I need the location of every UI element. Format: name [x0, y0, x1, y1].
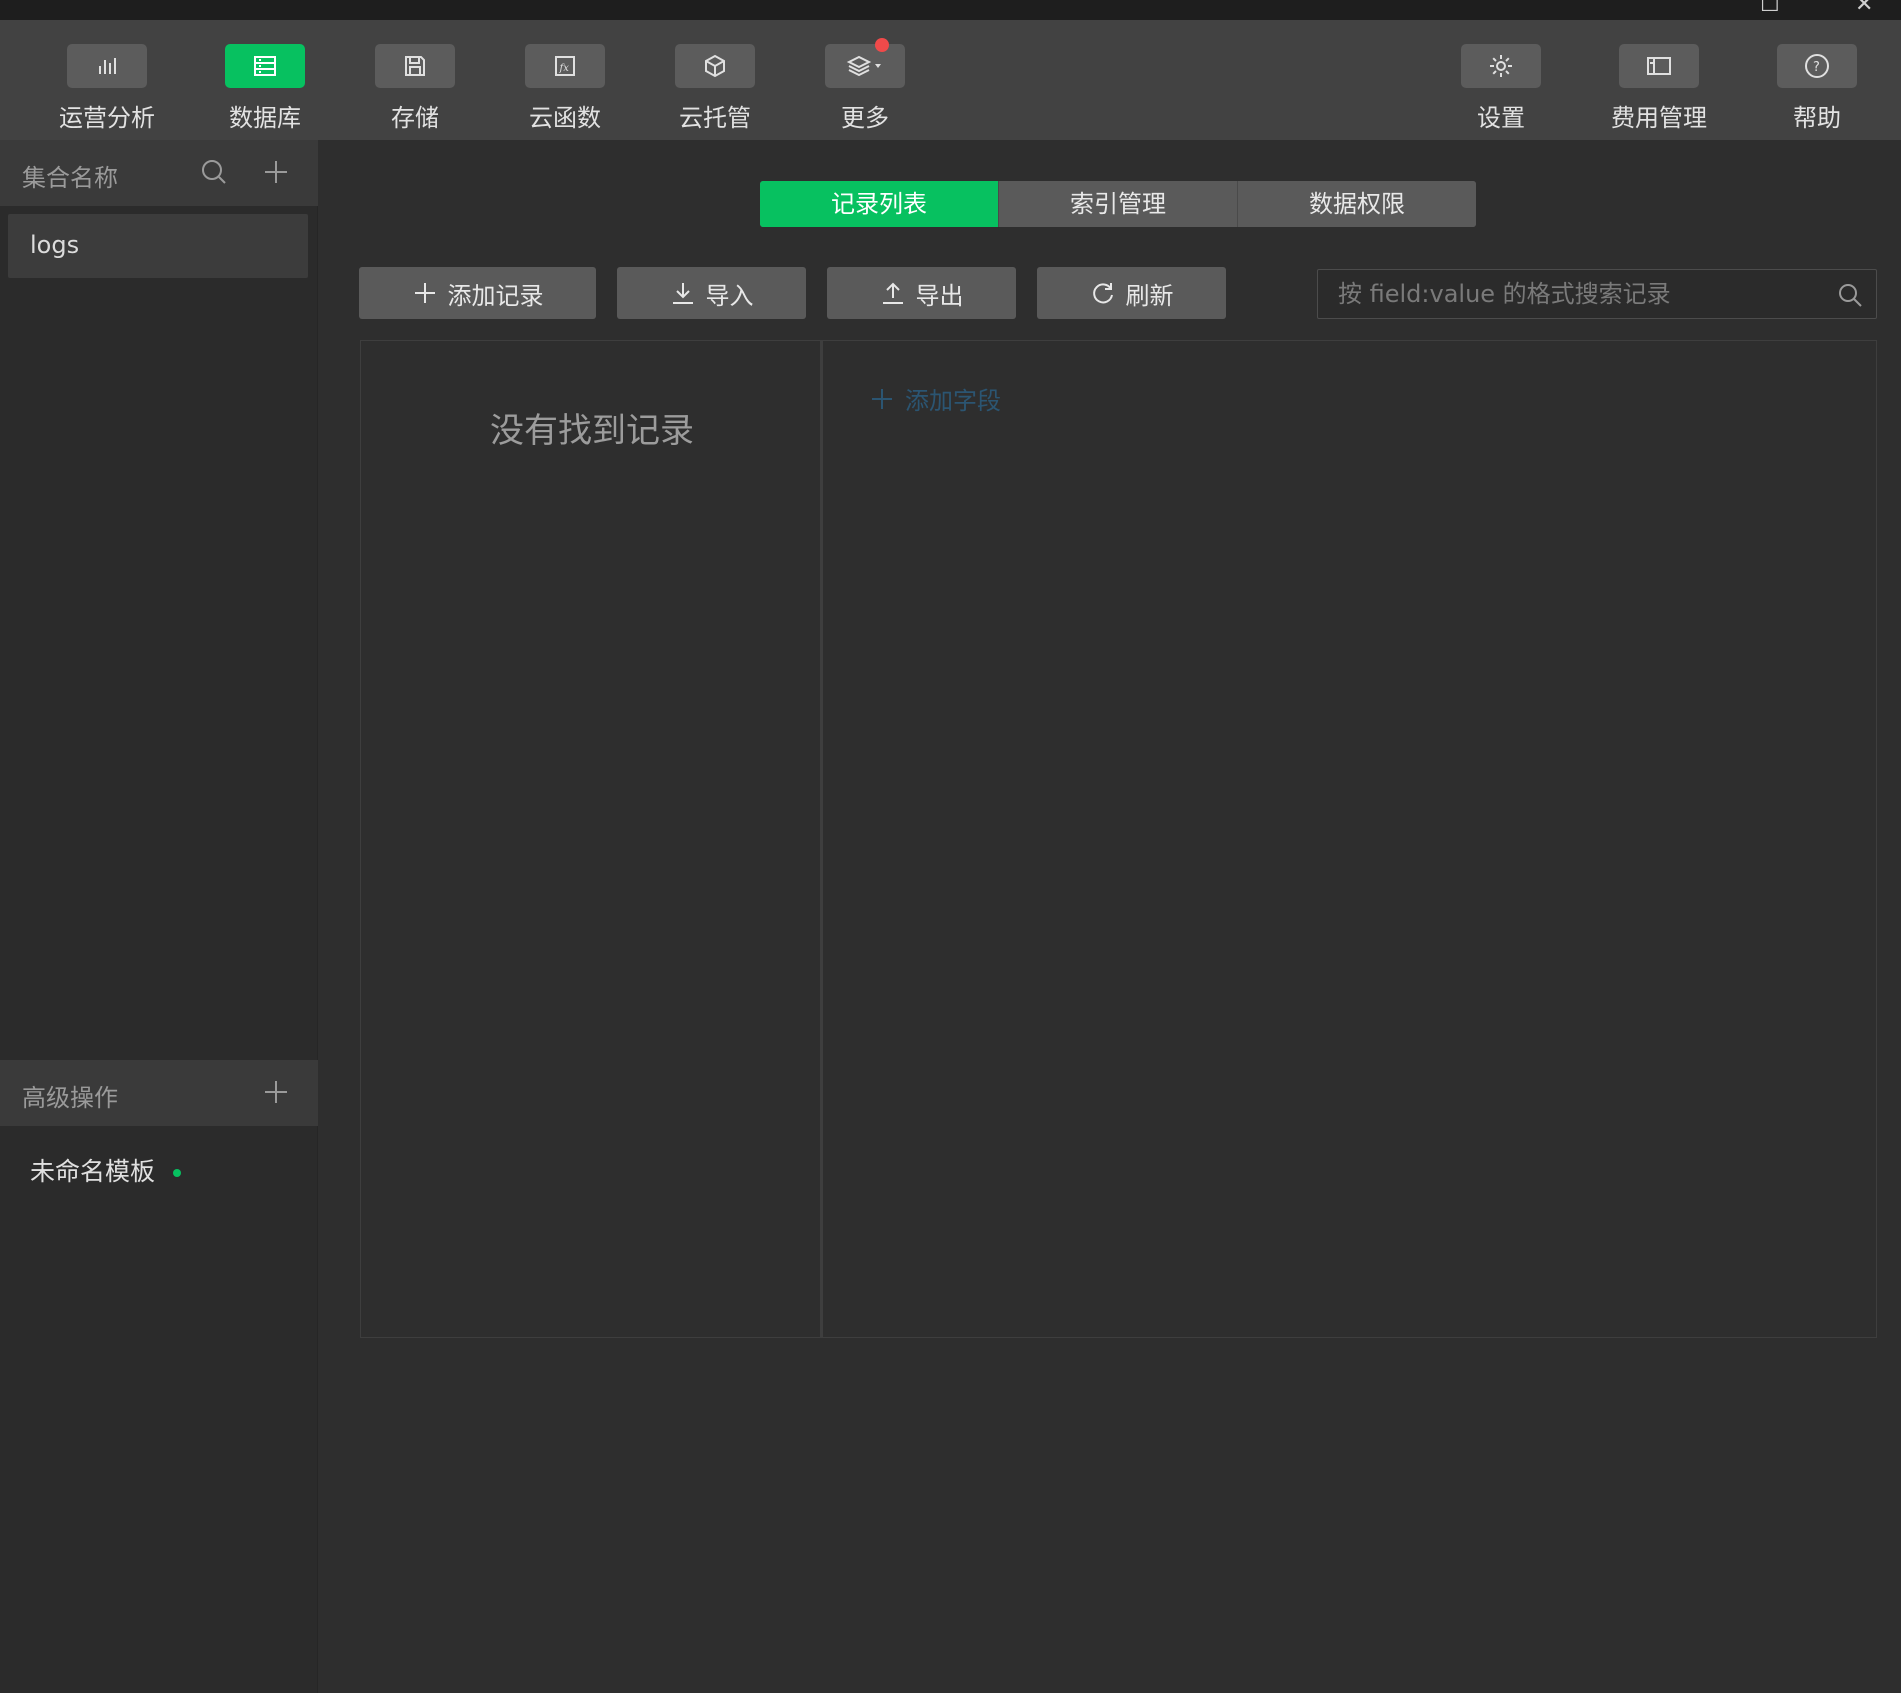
- toolbar-label: 云托管: [679, 104, 751, 132]
- refresh-label: 刷新: [1125, 281, 1174, 310]
- toolbar-item-analytics[interactable]: 运营分析: [42, 44, 172, 133]
- export-button[interactable]: 导出: [827, 267, 1016, 319]
- toolbar-item-cloud-functions[interactable]: fx 云函数: [500, 44, 630, 133]
- toolbar-label: 云函数: [529, 104, 601, 132]
- maximize-icon[interactable]: ☐: [1760, 0, 1780, 17]
- collections-header-label: 集合名称: [22, 164, 118, 192]
- toolbar-icon-box: fx: [525, 44, 605, 88]
- collection-item-label: logs: [30, 231, 80, 259]
- toolbar-icon-box: [1619, 44, 1699, 88]
- gear-icon: [1490, 55, 1512, 77]
- toolbar-label: 更多: [841, 104, 889, 132]
- toolbar-item-more[interactable]: 更多: [800, 38, 930, 133]
- toolbar-item-billing[interactable]: 费用管理: [1594, 44, 1724, 133]
- toolbar-item-help[interactable]: ? 帮助: [1752, 44, 1882, 133]
- toolbar-item-storage[interactable]: 存储: [350, 44, 480, 133]
- toolbar-label: 设置: [1477, 104, 1525, 132]
- toolbar-item-database[interactable]: 数据库: [200, 44, 330, 133]
- tab-index-management[interactable]: 索引管理: [998, 181, 1237, 227]
- toolbar-item-cloud-hosting[interactable]: 云托管: [650, 44, 780, 133]
- svg-text:?: ?: [1813, 60, 1820, 75]
- toolbar-icon-box: ?: [1777, 44, 1857, 88]
- add-field-label: 添加字段: [905, 387, 1001, 415]
- toolbar-label: 费用管理: [1611, 104, 1707, 132]
- main-tabs: 记录列表 索引管理 数据权限: [760, 181, 1476, 227]
- record-search: [1317, 269, 1877, 319]
- help-icon: ?: [1805, 54, 1829, 78]
- add-record-button[interactable]: 添加记录: [359, 267, 596, 319]
- top-toolbar: 运营分析 数据库 存储 fx 云函数 云托管 更多 设置 费用管理 ? 帮助: [0, 20, 1901, 140]
- window-titlebar: ☐ ✕: [0, 0, 1901, 20]
- import-button[interactable]: 导入: [617, 267, 806, 319]
- advanced-header: 高级操作: [0, 1060, 318, 1126]
- import-label: 导入: [705, 281, 754, 310]
- toolbar-icon-box: [375, 44, 455, 88]
- record-list: 没有找到记录: [361, 341, 823, 1337]
- bar-chart-icon: [99, 58, 116, 74]
- tab-record-list[interactable]: 记录列表: [760, 181, 998, 227]
- add-field-button[interactable]: 添加字段: [869, 381, 1001, 416]
- upload-icon: [882, 282, 903, 304]
- layers-icon: [846, 55, 881, 77]
- collection-item-logs[interactable]: logs: [8, 214, 308, 278]
- toolbar-label: 存储: [391, 104, 439, 132]
- toolbar-icon-box: [67, 44, 147, 88]
- tab-data-permissions[interactable]: 数据权限: [1237, 181, 1476, 227]
- billing-icon: [1647, 57, 1671, 75]
- empty-message: 没有找到记录: [490, 411, 694, 451]
- advanced-header-label: 高级操作: [22, 1084, 118, 1112]
- export-label: 导出: [915, 281, 964, 310]
- template-item-label: 未命名模板: [30, 1157, 156, 1186]
- database-icon: [254, 56, 276, 76]
- toolbar-icon-box: [825, 38, 905, 88]
- close-icon[interactable]: ✕: [1855, 0, 1873, 17]
- toolbar-icon-box: [1461, 44, 1541, 88]
- collections-header: 集合名称: [0, 140, 318, 206]
- floppy-icon: [405, 56, 425, 76]
- refresh-button[interactable]: 刷新: [1037, 267, 1226, 319]
- status-dot: [173, 1169, 182, 1177]
- template-item[interactable]: 未命名模板: [30, 1152, 182, 1188]
- toolbar-icon-box: [225, 44, 305, 88]
- add-collection-icon[interactable]: [260, 156, 292, 188]
- svg-text:fx: fx: [559, 63, 570, 74]
- notification-badge: [875, 38, 889, 52]
- plus-icon: [414, 283, 435, 303]
- refresh-icon: [1092, 283, 1113, 304]
- sidebar: 集合名称 logs 高级操作 未命名模板: [0, 140, 318, 1693]
- toolbar-label: 数据库: [229, 104, 301, 132]
- toolbar-item-settings[interactable]: 设置: [1436, 44, 1566, 133]
- add-template-icon[interactable]: [260, 1076, 292, 1108]
- download-icon: [672, 283, 693, 304]
- toolbar-label: 帮助: [1793, 104, 1841, 132]
- box-icon: [705, 54, 725, 78]
- toolbar-icon-box: [675, 44, 755, 88]
- function-icon: fx: [555, 56, 575, 76]
- toolbar-label: 运营分析: [59, 104, 155, 132]
- search-icon[interactable]: [198, 156, 230, 188]
- records-panel: 没有找到记录 添加字段: [360, 340, 1877, 1338]
- add-record-label: 添加记录: [447, 281, 544, 310]
- search-input[interactable]: [1318, 270, 1876, 318]
- search-icon[interactable]: [1836, 281, 1864, 309]
- plus-icon: [872, 388, 892, 409]
